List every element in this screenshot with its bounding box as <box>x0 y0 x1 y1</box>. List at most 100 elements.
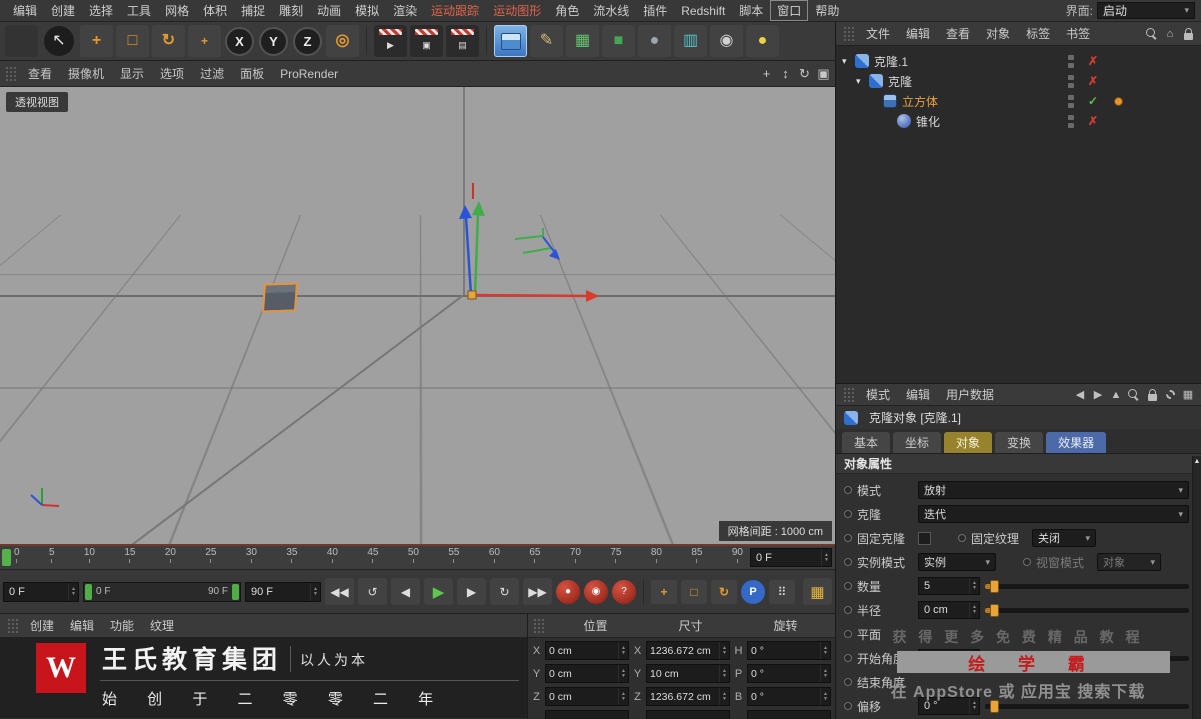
camera-button[interactable]: ◉ <box>710 25 743 57</box>
spinner-icon[interactable] <box>820 642 830 659</box>
am-menu-userdata[interactable]: 用户数据 <box>938 386 1002 403</box>
menu-script[interactable]: 脚本 <box>732 0 770 21</box>
gear-icon[interactable] <box>1161 386 1179 404</box>
vp-menu-filter[interactable]: 过滤 <box>192 65 232 82</box>
snap-grid-button[interactable]: ▦ <box>803 578 832 605</box>
tab-coordinates[interactable]: 坐标 <box>893 432 942 453</box>
nav-back-icon[interactable]: ◀ <box>1071 386 1089 404</box>
tree-row-taper[interactable]: 锥化 ✗ <box>836 111 1201 131</box>
slider-knob[interactable] <box>990 651 999 665</box>
home-icon[interactable]: ⌂ <box>1161 25 1179 43</box>
help-button[interactable]: ? <box>612 579 636 604</box>
spinner-icon[interactable] <box>618 688 628 705</box>
light-button[interactable]: ● <box>746 25 779 57</box>
tree-row-cloner[interactable]: ▾ 克隆 ✗ <box>836 71 1201 91</box>
spinner-icon[interactable] <box>969 602 979 618</box>
lock-icon[interactable] <box>1179 25 1197 43</box>
menu-animate[interactable]: 动画 <box>310 0 348 21</box>
scale-tool-button[interactable]: □ <box>116 25 149 57</box>
menu-mograph[interactable]: 运动图形 <box>486 0 548 21</box>
maximize-view-icon[interactable]: ▣ <box>814 66 833 82</box>
axis-gizmo[interactable] <box>0 87 835 546</box>
om-menu-bookmarks[interactable]: 书签 <box>1058 25 1098 42</box>
vp-menu-display[interactable]: 显示 <box>112 65 152 82</box>
menu-dots-button[interactable]: ⠿ <box>769 579 795 604</box>
menu-render[interactable]: 渲染 <box>386 0 424 21</box>
pan-view-icon[interactable]: + <box>757 66 776 81</box>
tab-transform[interactable]: 变换 <box>995 432 1044 453</box>
spinner-icon[interactable] <box>821 549 831 566</box>
tag-dot-icon[interactable] <box>1114 96 1123 106</box>
spinner-icon[interactable] <box>719 688 729 705</box>
object-properties-header[interactable]: 对象属性 <box>836 454 1201 474</box>
menu-pipeline[interactable]: 流水线 <box>586 0 636 21</box>
slider-knob[interactable] <box>990 699 999 713</box>
prev-frame-button[interactable]: ◀ <box>391 578 420 605</box>
render-settings-button[interactable]: ▤ <box>446 25 479 57</box>
menu-create[interactable]: 创建 <box>44 0 82 21</box>
enable-state-icon[interactable]: ✗ <box>1088 54 1098 68</box>
attribute-scrollbar[interactable]: ▲ <box>1192 456 1201 719</box>
spinner-icon[interactable] <box>820 665 830 682</box>
menu-sculpt[interactable]: 雕刻 <box>272 0 310 21</box>
start-angle-slider[interactable] <box>985 651 1189 665</box>
rotation-b-field[interactable]: 0 ° <box>747 687 831 706</box>
spinner-icon[interactable] <box>618 665 628 682</box>
orbit-view-icon[interactable]: ↻ <box>795 66 814 82</box>
visibility-dots-icon[interactable] <box>1068 95 1075 108</box>
menu-window[interactable]: 窗口 <box>770 0 809 21</box>
count-slider[interactable] <box>985 579 1189 593</box>
history-slot-button[interactable] <box>5 25 38 57</box>
menu-select[interactable]: 选择 <box>82 0 120 21</box>
vp-menu-view[interactable]: 查看 <box>20 65 60 82</box>
am-menu-mode[interactable]: 模式 <box>858 386 898 403</box>
mat-menu-create[interactable]: 创建 <box>22 617 62 634</box>
modeling-object-button[interactable]: ■ <box>602 25 635 57</box>
rotation-p-field[interactable]: 0 ° <box>747 664 831 683</box>
scale-mini-button[interactable]: □ <box>681 579 707 604</box>
goto-end-button[interactable]: ▶▶ <box>523 578 552 605</box>
mat-menu-edit[interactable]: 编辑 <box>62 617 102 634</box>
menu-snap[interactable]: 捕捉 <box>234 0 272 21</box>
loop-button[interactable]: ↻ <box>490 578 519 605</box>
menu-mesh[interactable]: 网格 <box>158 0 196 21</box>
om-menu-edit[interactable]: 编辑 <box>898 25 938 42</box>
tab-effectors[interactable]: 效果器 <box>1046 432 1107 453</box>
visibility-dots-icon[interactable] <box>1068 75 1075 88</box>
clipped-field[interactable] <box>747 710 831 719</box>
menu-help[interactable]: 帮助 <box>808 0 846 21</box>
spinner-icon[interactable] <box>618 642 628 659</box>
mat-menu-function[interactable]: 功能 <box>102 617 142 634</box>
clones-select[interactable]: 迭代 ▾ <box>918 505 1189 523</box>
rotate-mini-button[interactable]: ↻ <box>711 579 737 604</box>
fix-clone-checkbox[interactable] <box>918 531 931 545</box>
panel-grip[interactable] <box>5 66 17 81</box>
mode-select[interactable]: 放射 ▾ <box>918 481 1189 499</box>
position-x-field[interactable]: 0 cm <box>545 641 629 660</box>
vp-menu-prorender[interactable]: ProRender <box>272 67 346 81</box>
perspective-viewport[interactable]: 透视视图 网格间距 : 1000 cm <box>0 87 835 546</box>
z-axis-lock-button[interactable]: Z <box>293 26 322 56</box>
clipped-field[interactable] <box>545 710 629 719</box>
end-frame-field[interactable]: 90 F <box>245 581 321 602</box>
panel-grip[interactable] <box>533 618 545 633</box>
coordinate-system-button[interactable]: ◎ <box>326 25 359 57</box>
panel-grip[interactable] <box>843 26 855 41</box>
move-mini-button[interactable]: + <box>651 579 677 604</box>
position-y-field[interactable]: 0 cm <box>545 664 629 683</box>
tree-row-cloner-1[interactable]: ▾ 克隆.1 ✗ <box>836 51 1201 71</box>
play-button[interactable]: ▶ <box>424 578 453 605</box>
offset-field[interactable]: 0 ° <box>918 697 980 715</box>
enable-state-icon[interactable]: ✓ <box>1088 94 1098 108</box>
render-picture-viewer-button[interactable]: ▣ <box>410 25 443 57</box>
y-axis-lock-button[interactable]: Y <box>259 26 288 56</box>
size-y-field[interactable]: 10 cm <box>646 664 730 683</box>
last-used-tool-button[interactable]: + <box>188 25 221 57</box>
vp-menu-panel[interactable]: 面板 <box>232 65 272 82</box>
timeline-ruler[interactable]: 0 5 10 15 20 25 30 35 40 45 50 55 60 65 … <box>0 546 835 570</box>
rotation-h-field[interactable]: 0 ° <box>747 641 831 660</box>
spinner-icon[interactable] <box>719 642 729 659</box>
fix-texture-select[interactable]: 关闭 ▾ <box>1032 529 1096 547</box>
field-button[interactable]: ▥ <box>674 25 707 57</box>
spinner-icon[interactable] <box>820 688 830 705</box>
